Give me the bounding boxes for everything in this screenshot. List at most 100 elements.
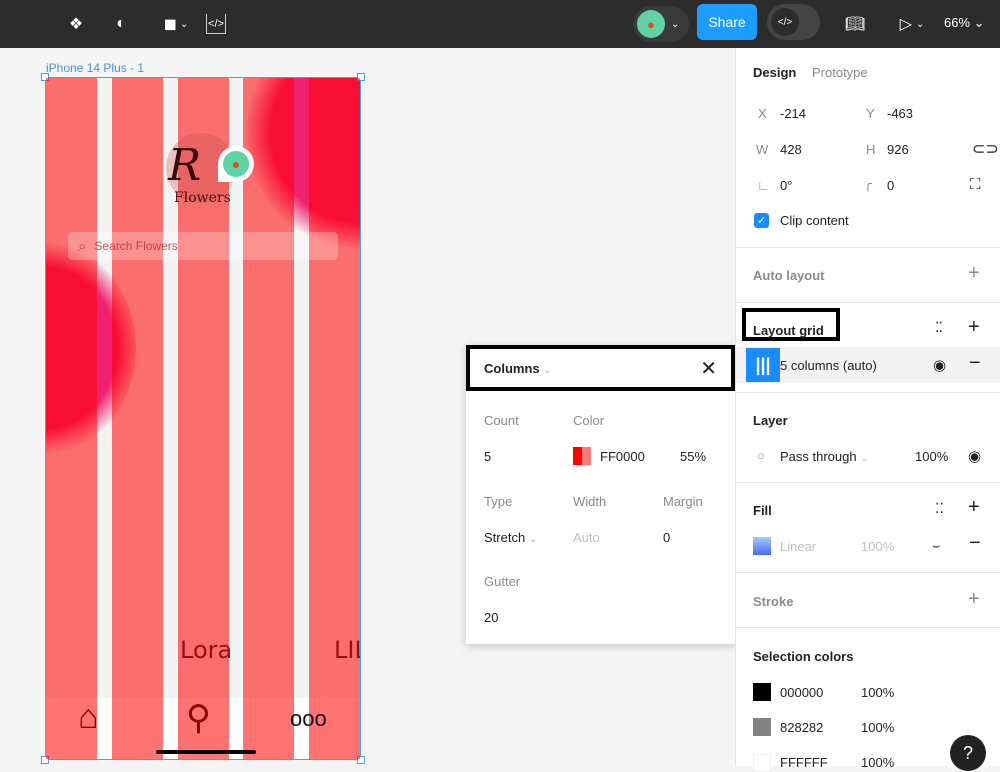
chevron-down-icon: ⌄ <box>179 18 189 30</box>
w-input[interactable]: 428 <box>780 142 802 157</box>
grid-column <box>243 78 295 759</box>
share-button[interactable]: Share <box>697 4 757 40</box>
color-swatch[interactable] <box>753 718 771 736</box>
grid-styles-icon[interactable]: ⁚⁚ <box>935 319 943 336</box>
tab-prototype[interactable]: Prototype <box>812 65 868 80</box>
toolbar: ❖ ◐ ◼ ⌄ </> ● ⌄ Share </> 📖︎ ▷ ⌄ 66% ⌄ <box>0 0 1000 48</box>
color-hex[interactable]: 828282 <box>780 720 823 735</box>
add-grid-icon[interactable]: + <box>968 316 980 339</box>
shape-icon: ◼ <box>163 16 177 33</box>
flower-label: Lora <box>180 636 233 664</box>
layout-grid-heading: Layout grid <box>753 323 824 338</box>
chevron-down-icon: ⌄ <box>915 18 925 30</box>
frame-label[interactable]: iPhone 14 Plus - 1 <box>46 61 144 75</box>
h-label: H <box>866 142 876 157</box>
y-label: Y <box>866 106 875 121</box>
type-label: Type <box>484 494 513 509</box>
margin-input[interactable]: 0 <box>663 530 670 545</box>
grid-item-label[interactable]: 5 columns (auto) <box>780 358 877 373</box>
corner-radius-icon: ╭ <box>864 176 872 191</box>
remove-grid-icon[interactable]: − <box>969 352 981 375</box>
blend-mode-value: Pass through <box>780 449 857 464</box>
width-label: Width <box>573 494 607 509</box>
color-hex-input[interactable]: FF0000 <box>600 449 645 464</box>
color-opacity-input[interactable]: 55% <box>680 449 706 464</box>
width-input[interactable]: Auto <box>573 530 600 545</box>
independent-corners-icon[interactable]: ⛶ <box>970 176 981 193</box>
add-fill-icon[interactable]: + <box>968 496 980 519</box>
remove-fill-icon[interactable]: − <box>969 532 981 555</box>
popup-header: Columns ⌄ ✕ <box>466 345 735 391</box>
search-placeholder: Search Flowers <box>94 239 178 253</box>
iphone-frame[interactable]: R Flowers ⌕ Search Flowers Lora LIL ⌂ ⚲ … <box>45 77 361 760</box>
flower-label: LIL <box>334 636 360 664</box>
color-swatch[interactable] <box>753 683 771 701</box>
gutter-label: Gutter <box>484 574 521 589</box>
h-input[interactable]: 926 <box>887 142 909 157</box>
fill-type[interactable]: Linear <box>780 539 816 554</box>
divider <box>736 572 1000 573</box>
present-button[interactable]: ▷ ⌄ <box>892 12 932 36</box>
divider <box>736 482 1000 483</box>
color-opacity[interactable]: 100% <box>861 685 894 700</box>
blend-mode-dropdown[interactable]: Pass through ⌄ <box>780 449 869 464</box>
add-stroke-icon[interactable]: + <box>968 588 980 611</box>
color-swatch[interactable] <box>753 754 771 772</box>
fill-styles-icon[interactable]: ⁚⁚ <box>935 500 944 517</box>
color-opacity[interactable]: 100% <box>861 720 894 735</box>
home-icon[interactable]: ⌂ <box>78 698 99 737</box>
dev-mode-toggle[interactable]: </> <box>767 4 820 40</box>
comment-avatar-pin[interactable]: ● <box>218 146 254 182</box>
count-input[interactable]: 5 <box>484 449 491 464</box>
grid-columns-icon[interactable]: ||| <box>746 348 780 382</box>
rotation-icon: ∟ <box>757 178 770 193</box>
eye-icon[interactable]: ◉ <box>968 447 981 465</box>
grid-column <box>46 78 97 759</box>
code-frame-icon[interactable]: </> <box>206 14 226 34</box>
corner-radius-input[interactable]: 0 <box>887 178 894 193</box>
close-icon[interactable]: ✕ <box>700 356 717 381</box>
fill-opacity[interactable]: 100% <box>861 539 894 554</box>
shape-tool-button[interactable]: ◼ ⌄ <box>156 12 196 36</box>
search-icon[interactable]: ⚲ <box>186 698 211 738</box>
chevron-down-icon: ⌄ <box>860 453 869 464</box>
w-label: W <box>756 142 769 157</box>
eye-icon[interactable]: ◉ <box>933 356 946 374</box>
fill-heading: Fill <box>753 503 772 518</box>
margin-label: Margin <box>663 494 703 509</box>
zoom-dropdown[interactable]: 66% ⌄ <box>944 15 985 31</box>
x-input[interactable]: -214 <box>780 106 806 121</box>
color-hex[interactable]: 000000 <box>780 685 823 700</box>
add-auto-layout-icon[interactable]: + <box>968 262 980 285</box>
contrast-icon[interactable]: ◐ <box>109 12 133 36</box>
dev-mode-icon: </> <box>771 8 799 36</box>
constrain-proportions-icon[interactable]: ⊂⊃ <box>972 139 999 159</box>
clip-content-label: Clip content <box>780 213 849 228</box>
tab-design[interactable]: Design <box>753 65 796 80</box>
type-value: Stretch <box>484 530 526 545</box>
count-label: Count <box>484 413 519 428</box>
eye-closed-icon[interactable]: ⌣ <box>932 538 941 554</box>
type-dropdown[interactable]: Stretch ⌄ <box>484 530 537 545</box>
more-icon[interactable]: ooo <box>290 706 327 732</box>
search-icon: ⌕ <box>78 237 87 255</box>
library-book-icon[interactable]: 📖︎ <box>843 12 867 36</box>
popup-title: Columns <box>484 360 540 376</box>
color-swatch[interactable] <box>573 447 591 465</box>
clip-content-checkbox[interactable]: ✓ <box>754 213 769 228</box>
avatar-button[interactable]: ● ⌄ <box>633 6 689 42</box>
y-input[interactable]: -463 <box>887 106 913 121</box>
search-input[interactable]: ⌕ Search Flowers <box>68 232 338 260</box>
color-hex[interactable]: FFFFFF <box>780 755 828 770</box>
fill-swatch[interactable] <box>753 537 771 555</box>
divider <box>736 302 1000 303</box>
gutter-input[interactable]: 20 <box>484 610 498 625</box>
selection-colors-heading: Selection colors <box>753 649 854 664</box>
divider <box>736 627 1000 628</box>
color-opacity[interactable]: 100% <box>861 755 894 770</box>
home-indicator <box>156 750 256 754</box>
layer-opacity-input[interactable]: 100% <box>915 449 948 464</box>
rotation-input[interactable]: 0° <box>780 178 792 193</box>
component-icon[interactable]: ❖ <box>64 12 88 36</box>
grid-type-dropdown[interactable]: Columns ⌄ <box>484 361 552 376</box>
